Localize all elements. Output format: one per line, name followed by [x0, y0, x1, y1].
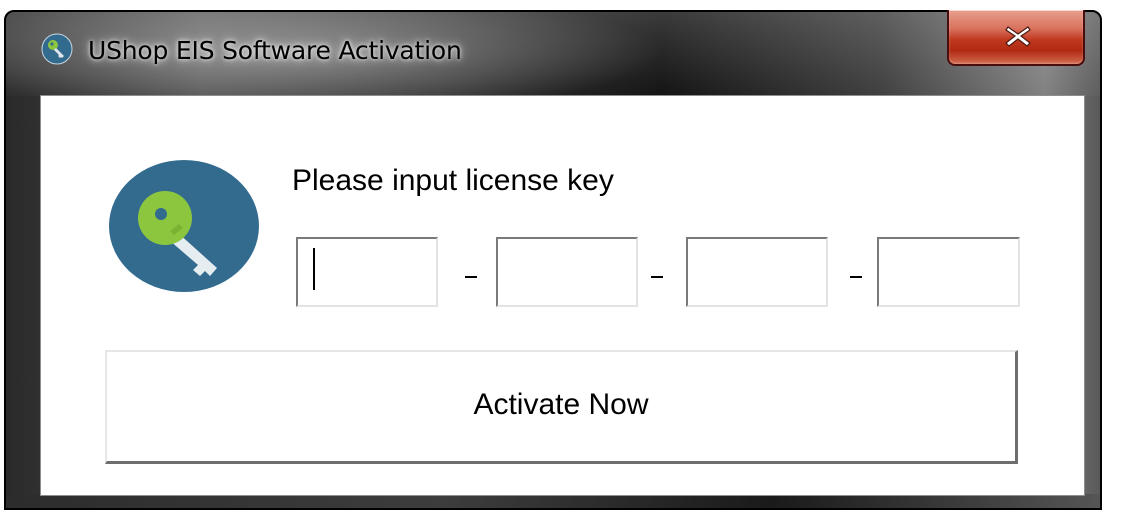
- frame-bottom-edge: [6, 494, 1100, 508]
- license-key-field-3[interactable]: [686, 237, 828, 307]
- key-separator-3: [850, 276, 862, 278]
- license-key-prompt: Please input license key: [292, 164, 614, 197]
- activate-now-button[interactable]: Activate Now: [105, 350, 1018, 464]
- dialog-content: Please input license key Activate Now: [40, 95, 1085, 496]
- window-title: UShop EIS Software Activation: [88, 36, 462, 65]
- license-key-field-2[interactable]: [496, 237, 638, 307]
- key-separator-1: [465, 276, 477, 278]
- license-key-icon: [109, 160, 259, 292]
- close-icon: [1005, 26, 1031, 47]
- license-key-field-1[interactable]: [296, 237, 438, 307]
- key-separator-2: [651, 276, 663, 278]
- key-icon: [41, 33, 73, 65]
- license-key-field-4[interactable]: [877, 237, 1020, 307]
- close-button[interactable]: [947, 10, 1085, 66]
- text-caret: [313, 248, 315, 290]
- activation-window: UShop EIS Software Activation Please inp…: [0, 0, 1131, 512]
